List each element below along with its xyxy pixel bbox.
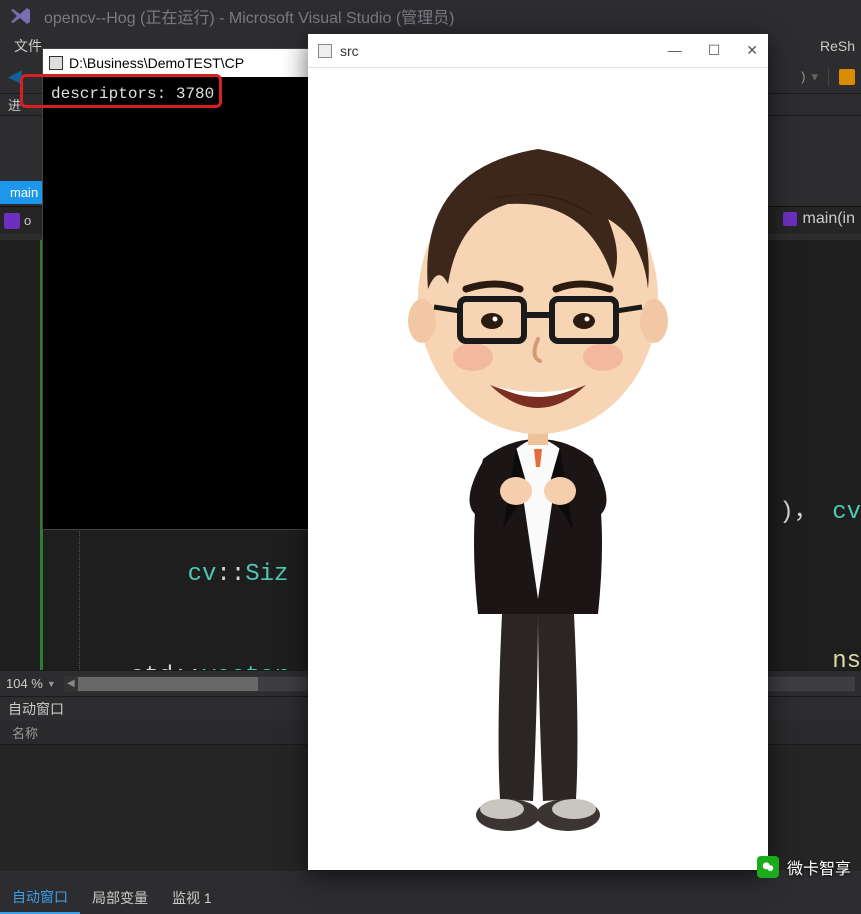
zoom-value: 104 % (6, 676, 43, 691)
tab-watch[interactable]: 监视 1 (160, 883, 224, 913)
wechat-icon (757, 856, 779, 878)
console-icon (49, 56, 63, 70)
vs-title-bar: opencv--Hog (正在运行) - Microsoft Visual St… (0, 0, 861, 32)
image-window-title: src (340, 43, 359, 59)
window-icon (318, 44, 332, 58)
tab-main[interactable]: main (0, 181, 48, 204)
breadcrumb-func[interactable]: main(in (803, 210, 855, 228)
image-title-bar[interactable]: src — ☐ ✕ (308, 34, 768, 68)
nav-back-icon[interactable]: ◀ (6, 66, 24, 87)
scroll-left-icon[interactable]: ◀ (64, 678, 78, 689)
maximize-icon[interactable]: ☐ (708, 42, 721, 59)
close-icon[interactable]: ✕ (746, 42, 758, 59)
image-window: src — ☐ ✕ (308, 34, 768, 870)
minimize-icon[interactable]: — (668, 42, 682, 59)
menu-resharper[interactable]: ReSh (820, 38, 855, 54)
vs-window-title: opencv--Hog (正在运行) - Microsoft Visual St… (44, 4, 454, 28)
tab-locals[interactable]: 局部变量 (80, 883, 160, 913)
console-line: descriptors: 3780 (51, 85, 214, 103)
vs-tabs: main (0, 178, 48, 206)
module-icon (4, 213, 20, 229)
console-output[interactable]: descriptors: 3780 (43, 77, 309, 111)
tab-autos[interactable]: 自动窗口 (0, 882, 80, 914)
console-title-bar[interactable]: D:\Business\DemoTEST\CP (43, 49, 309, 77)
console-title-text: D:\Business\DemoTEST\CP (69, 55, 244, 71)
editor-right-text: )， cv (779, 490, 861, 526)
image-content (308, 68, 768, 870)
breadcrumb-right: main(in (777, 210, 861, 228)
toolbar-btn-icon[interactable] (839, 69, 855, 85)
scrollbar-thumb[interactable] (78, 677, 258, 691)
status-text: 进 (8, 95, 21, 114)
zoom-dropdown[interactable]: 104 % ▼ (6, 676, 56, 691)
bottom-tabs: 自动窗口 局部变量 监视 1 (0, 883, 861, 913)
cartoon-avatar (388, 89, 688, 849)
watermark-text: 微卡智享 (787, 855, 851, 879)
watermark: 微卡智享 (757, 855, 851, 879)
console-window: D:\Business\DemoTEST\CP descriptors: 378… (42, 48, 310, 530)
vs-logo-icon (8, 4, 32, 28)
breadcrumb-left[interactable]: o (24, 213, 31, 228)
method-icon (783, 212, 797, 226)
chevron-down-icon: ▼ (47, 679, 56, 689)
